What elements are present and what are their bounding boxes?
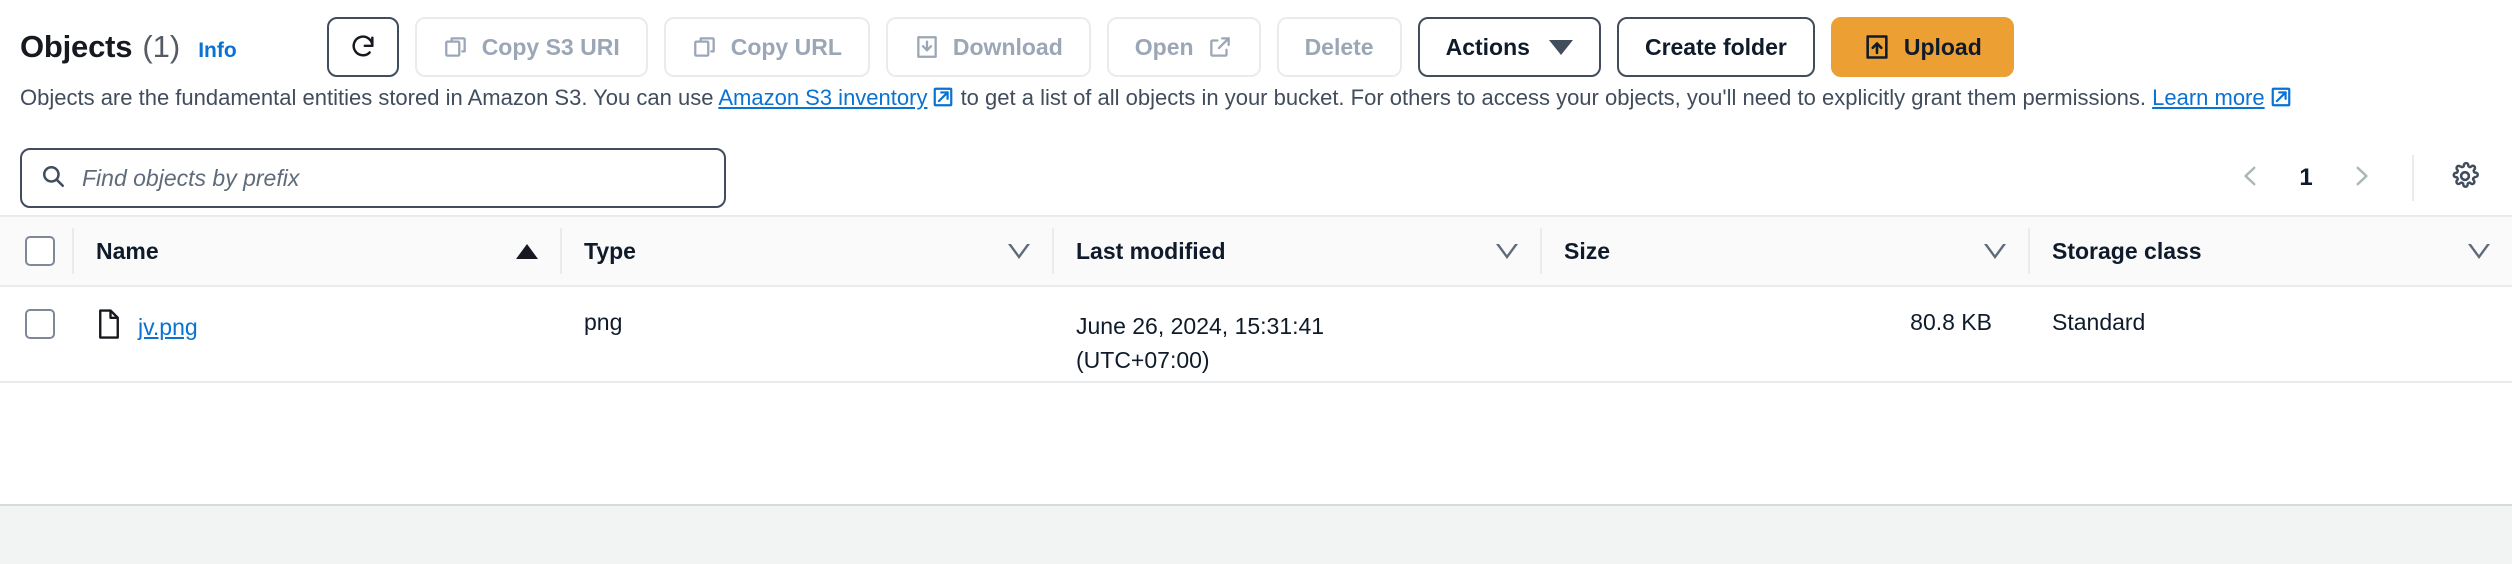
open-label: Open bbox=[1134, 33, 1194, 60]
table-row[interactable]: jv.png png June 26, 2024, 15:31:41 (UTC+… bbox=[0, 287, 2512, 383]
amazon-s3-inventory-link[interactable]: Amazon S3 inventory bbox=[718, 85, 927, 110]
object-count: (1) bbox=[142, 29, 181, 64]
preferences-button[interactable] bbox=[2438, 151, 2492, 205]
last-modified-timezone: (UTC+07:00) bbox=[1076, 347, 1210, 373]
upload-label: Upload bbox=[1903, 33, 1982, 60]
objects-table: Name Type Last modified Size Storage cla… bbox=[0, 215, 2512, 383]
description-part-1: Objects are the fundamental entities sto… bbox=[20, 85, 719, 110]
cell-storage-class: Standard bbox=[2052, 309, 2146, 335]
info-link[interactable]: Info bbox=[198, 39, 236, 63]
search-box[interactable] bbox=[20, 148, 726, 208]
search-icon bbox=[40, 163, 66, 194]
column-header-name-label: Name bbox=[96, 237, 159, 264]
last-modified-date: June 26, 2024, 15:31:41 bbox=[1076, 313, 1325, 339]
page-title: Objects bbox=[20, 29, 133, 64]
sort-icon bbox=[1008, 243, 1030, 259]
open-button[interactable]: Open bbox=[1106, 17, 1261, 77]
sort-icon bbox=[2468, 243, 2490, 259]
download-icon bbox=[914, 34, 940, 60]
cell-size: 80.8 KB bbox=[1910, 309, 1992, 335]
chevron-right-icon bbox=[2348, 163, 2374, 194]
row-select-cell bbox=[0, 309, 72, 339]
delete-button[interactable]: Delete bbox=[1276, 17, 1402, 77]
column-header-storage-class[interactable]: Storage class bbox=[2030, 238, 2512, 265]
actions-button[interactable]: Actions bbox=[1417, 17, 1601, 77]
column-header-type-label: Type bbox=[584, 237, 636, 264]
external-link-icon bbox=[1207, 34, 1233, 60]
create-folder-button[interactable]: Create folder bbox=[1616, 17, 1815, 77]
upload-icon bbox=[1863, 33, 1891, 61]
copy-s3-uri-button[interactable]: Copy S3 URI bbox=[414, 17, 648, 77]
upload-button[interactable]: Upload bbox=[1830, 17, 2014, 77]
actions-label: Actions bbox=[1445, 33, 1530, 60]
column-header-size-label: Size bbox=[1564, 237, 1611, 264]
cell-name: jv.png bbox=[74, 309, 560, 345]
delete-label: Delete bbox=[1304, 33, 1374, 60]
sort-icon bbox=[1984, 243, 2006, 259]
filter-row: 1 bbox=[0, 119, 2512, 215]
column-header-storage-class-label: Storage class bbox=[2052, 237, 2202, 264]
download-label: Download bbox=[952, 33, 1063, 60]
column-header-last-modified[interactable]: Last modified bbox=[1054, 238, 1540, 265]
column-header-size[interactable]: Size bbox=[1542, 238, 2028, 265]
external-link-icon bbox=[932, 83, 954, 119]
objects-toolbar: Copy S3 URI Copy URL Download Open Delet… bbox=[326, 17, 2014, 77]
chevron-left-icon bbox=[2238, 163, 2264, 194]
pagination-divider bbox=[2412, 155, 2414, 201]
row-checkbox[interactable] bbox=[25, 309, 55, 339]
select-all-cell bbox=[0, 236, 72, 266]
copy-icon bbox=[692, 34, 718, 60]
pagination: 1 bbox=[2224, 151, 2492, 205]
refresh-icon bbox=[349, 33, 377, 61]
copy-s3-uri-label: Copy S3 URI bbox=[481, 33, 620, 60]
page-background bbox=[0, 506, 2512, 564]
chevron-down-icon bbox=[1548, 39, 1573, 55]
search-input[interactable] bbox=[80, 163, 706, 193]
cell-last-modified: June 26, 2024, 15:31:41 (UTC+07:00) bbox=[1054, 309, 1540, 377]
sort-icon bbox=[1496, 243, 1518, 259]
refresh-button[interactable] bbox=[326, 17, 399, 77]
table-header-row: Name Type Last modified Size Storage cla… bbox=[0, 215, 2512, 287]
create-folder-label: Create folder bbox=[1644, 33, 1787, 60]
panel-header: Objects (1) Info Copy S3 URI Copy URL Do… bbox=[0, 0, 2512, 78]
cell-type: png bbox=[584, 309, 623, 335]
objects-panel: Objects (1) Info Copy S3 URI Copy URL Do… bbox=[0, 0, 2512, 506]
copy-url-label: Copy URL bbox=[730, 33, 842, 60]
next-page-button[interactable] bbox=[2334, 151, 2388, 205]
select-all-checkbox[interactable] bbox=[25, 236, 55, 266]
sort-ascending-icon bbox=[516, 243, 538, 259]
download-button[interactable]: Download bbox=[885, 17, 1091, 77]
learn-more-link[interactable]: Learn more bbox=[2152, 85, 2265, 110]
gear-icon bbox=[2450, 161, 2480, 196]
objects-description: Objects are the fundamental entities sto… bbox=[0, 78, 2480, 119]
description-part-2: to get a list of all objects in your buc… bbox=[954, 85, 2153, 110]
object-name-link[interactable]: jv.png bbox=[138, 314, 198, 341]
column-header-name[interactable]: Name bbox=[74, 238, 560, 265]
external-link-icon bbox=[2270, 83, 2292, 119]
copy-url-button[interactable]: Copy URL bbox=[663, 17, 870, 77]
title-block: Objects (1) Info bbox=[20, 29, 237, 65]
column-header-last-modified-label: Last modified bbox=[1076, 237, 1226, 264]
previous-page-button[interactable] bbox=[2224, 151, 2278, 205]
page-number-1[interactable]: 1 bbox=[2284, 164, 2328, 192]
file-icon bbox=[96, 309, 122, 345]
copy-icon bbox=[443, 34, 469, 60]
column-header-type[interactable]: Type bbox=[562, 238, 1052, 265]
